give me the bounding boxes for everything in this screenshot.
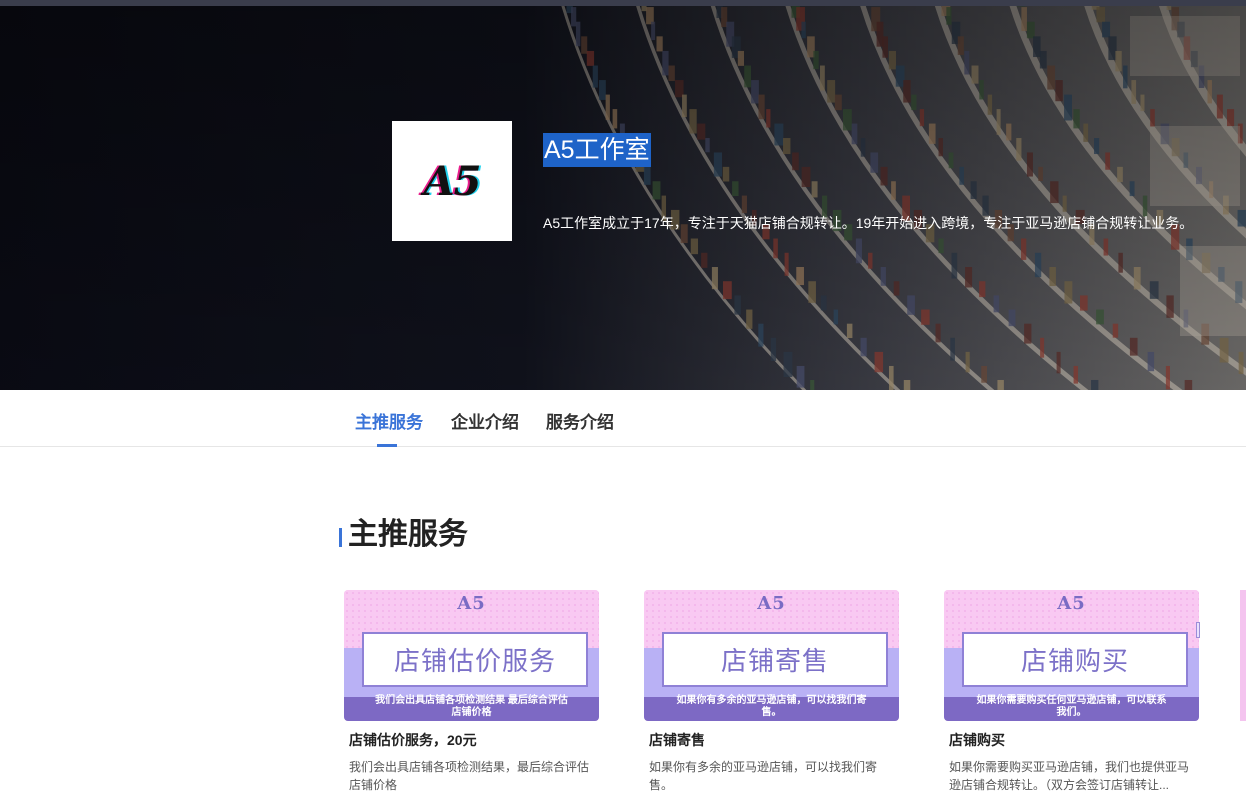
- section-title: 主推服务: [348, 518, 468, 551]
- studio-name: A5工作室: [543, 133, 651, 167]
- service-card-purchase[interactable]: A5 店铺购买 如果你需要购买任何亚马逊店铺，可以联系我们。 店铺购买 如果你需…: [944, 590, 1199, 794]
- hero-banner: A5 A5工作室 A5工作室成立于17年，专注于天猫店铺合规转让。19年开始进入…: [0, 6, 1246, 390]
- card-description: 我们会出具店铺各项检测结果，最后综合评估店铺价格: [349, 760, 590, 792]
- card-description: 如果你有多余的亚马逊店铺，可以找我们寄售。: [649, 760, 878, 792]
- card-image-brand: A5: [757, 593, 786, 614]
- next-card-partial[interactable]: [1240, 590, 1246, 721]
- library-background-image: [0, 6, 1246, 390]
- card-image-brand: A5: [1057, 593, 1086, 614]
- tab-service-intro[interactable]: 服务介绍: [546, 408, 614, 433]
- active-tab-indicator: [377, 444, 397, 447]
- card-title[interactable]: 店铺估价服务，20元: [344, 731, 599, 749]
- service-card-consignment[interactable]: A5 店铺寄售 如果你有多余的亚马逊店铺，可以找我们寄售。 店铺寄售 如果你有多…: [644, 590, 899, 794]
- tab-featured-services[interactable]: 主推服务: [355, 408, 423, 433]
- card-image[interactable]: A5 店铺购买 如果你需要购买任何亚马逊店铺，可以联系我们。: [944, 590, 1199, 721]
- logo-text: A5: [423, 157, 482, 205]
- tab-bar: 主推服务 企业介绍 服务介绍: [0, 390, 1246, 447]
- card-image-edge-marker: [1196, 622, 1200, 638]
- service-card-valuation[interactable]: A5 店铺估价服务 我们会出具店铺各项检测结果 最后综合评估店铺价格 店铺估价服…: [344, 590, 599, 794]
- card-image-title: 店铺购买: [1020, 646, 1129, 676]
- card-image-caption: 如果你有多余的亚马逊店铺，可以找我们寄售。: [676, 695, 867, 718]
- card-image[interactable]: A5 店铺估价服务 我们会出具店铺各项检测结果 最后综合评估店铺价格: [344, 590, 599, 721]
- card-description: 如果你需要购买亚马逊店铺，我们也提供亚马逊店铺合规转让。（双方会签订店铺转让..…: [949, 760, 1190, 792]
- section-title-marker: [339, 528, 342, 547]
- studio-logo[interactable]: A5: [392, 121, 512, 241]
- card-image-title: 店铺寄售: [720, 646, 829, 676]
- card-image-caption: 如果你需要购买任何亚马逊店铺，可以联系我们。: [976, 695, 1167, 718]
- card-image[interactable]: A5 店铺寄售 如果你有多余的亚马逊店铺，可以找我们寄售。: [644, 590, 899, 721]
- studio-description: A5工作室成立于17年，专注于天猫店铺合规转让。19年开始进入跨境，专注于亚马逊…: [543, 215, 1194, 231]
- card-image-caption: 我们会出具店铺各项检测结果 最后综合评估店铺价格: [375, 695, 568, 718]
- card-title[interactable]: 店铺购买: [944, 731, 1199, 749]
- card-image-title: 店铺估价服务: [393, 646, 556, 676]
- card-title[interactable]: 店铺寄售: [644, 731, 899, 749]
- tab-company-intro[interactable]: 企业介绍: [451, 408, 519, 433]
- card-image-brand: A5: [457, 593, 486, 614]
